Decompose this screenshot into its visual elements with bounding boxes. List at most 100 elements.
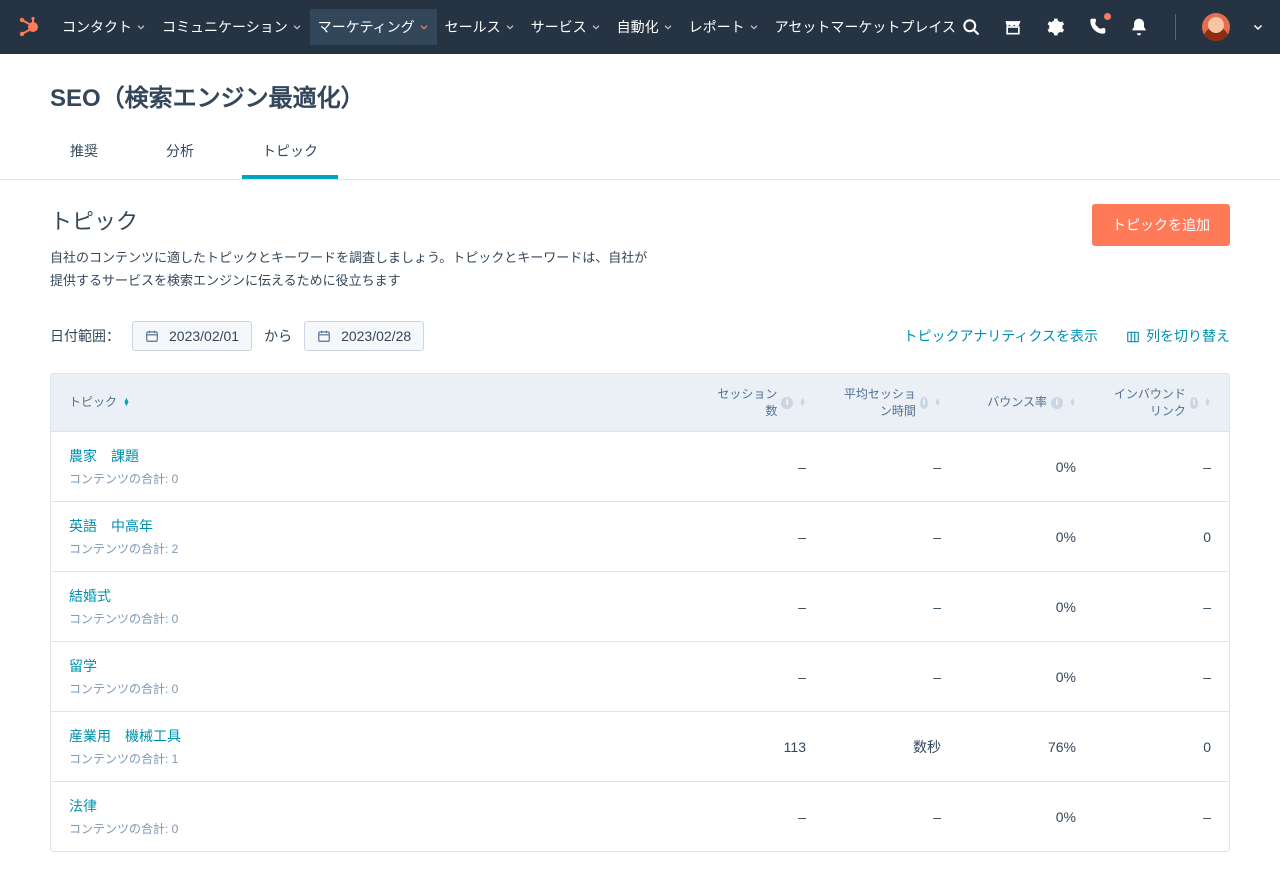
analytics-link[interactable]: トピックアナリティクスを表示 <box>904 326 1098 346</box>
date-range-separator: から <box>264 326 292 346</box>
cell-avg: – <box>824 529 959 545</box>
cell-value: 0% <box>1056 809 1076 825</box>
chevron-down-icon <box>419 22 429 32</box>
marketplace-icon[interactable] <box>1003 17 1023 37</box>
phone-icon[interactable] <box>1087 17 1107 37</box>
cell-value: – <box>933 809 941 825</box>
nav-item-2[interactable]: マーケティング <box>310 9 437 45</box>
th-inbound[interactable]: インバウンドリンク i ▲▼ <box>1094 374 1229 432</box>
nav-item-label: セールス <box>445 17 501 37</box>
search-icon[interactable] <box>961 17 981 37</box>
add-topic-button[interactable]: トピックを追加 <box>1092 204 1230 246</box>
nav-item-7[interactable]: アセットマーケットプレイス <box>767 9 957 45</box>
sort-icon: ▲▼ <box>1204 399 1211 407</box>
topic-content-total: コンテンツの合計: 0 <box>69 610 671 627</box>
topic-content-total: コンテンツの合計: 0 <box>69 680 671 697</box>
nav-item-1[interactable]: コミュニケーション <box>154 9 310 45</box>
nav-item-6[interactable]: レポート <box>681 9 767 45</box>
cell-value: 0% <box>1056 529 1076 545</box>
cell-avg: 数秒 <box>824 737 959 757</box>
cell-bounce: 0% <box>959 599 1094 615</box>
topic-link[interactable]: 英語 中高年 <box>69 516 671 536</box>
cell-inbound: – <box>1094 459 1229 475</box>
table-header-row: トピック ▲▼ セッション数 i ▲▼ 平均セッション時間 i ▲▼ バウンス率… <box>51 374 1229 433</box>
nav-item-label: レポート <box>689 17 745 37</box>
page-title: SEO（検索エンジン最適化） <box>50 78 1230 113</box>
cell-value: 0 <box>1203 739 1211 755</box>
date-to-input[interactable]: 2023/02/28 <box>304 321 424 351</box>
nav-item-5[interactable]: 自動化 <box>609 9 681 45</box>
cell-bounce: 0% <box>959 809 1094 825</box>
topic-link[interactable]: 農家 課題 <box>69 446 671 466</box>
th-bounce[interactable]: バウンス率 i ▲▼ <box>959 374 1094 432</box>
chevron-down-icon <box>749 22 759 32</box>
cell-value: 0% <box>1056 599 1076 615</box>
gear-icon[interactable] <box>1045 17 1065 37</box>
nav-divider <box>1175 14 1176 40</box>
tab-0[interactable]: 推奨 <box>50 131 118 179</box>
page-tabs: 推奨分析トピック <box>50 131 1230 179</box>
cell-value: – <box>798 809 806 825</box>
hubspot-logo[interactable] <box>16 15 40 39</box>
nav-items: コンタクト コミュニケーション マーケティングセールス サービス自動化レポート アセット… <box>54 9 957 45</box>
cell-value: – <box>798 669 806 685</box>
date-range: 日付範囲： 2023/02/01 から 2023/02/28 <box>50 321 424 351</box>
th-sessions[interactable]: セッション数 i ▲▼ <box>689 374 824 432</box>
cell-sessions: – <box>689 459 824 475</box>
th-topic[interactable]: トピック ▲▼ <box>51 374 689 432</box>
nav-item-0[interactable]: コンタクト <box>54 9 154 45</box>
cell-bounce: 0% <box>959 459 1094 475</box>
nav-item-label: コミュニケーション <box>162 17 288 37</box>
sort-icon: ▲▼ <box>123 399 130 407</box>
cell-bounce: 76% <box>959 739 1094 755</box>
nav-item-label: コンタクト <box>62 17 132 37</box>
bell-icon[interactable] <box>1129 17 1149 37</box>
date-from-value: 2023/02/01 <box>169 328 239 344</box>
cell-value: – <box>798 529 806 545</box>
account-chevron-down-icon[interactable] <box>1252 17 1264 37</box>
cell-bounce: 0% <box>959 669 1094 685</box>
cell-value: – <box>1203 669 1211 685</box>
chevron-down-icon <box>505 22 515 32</box>
table-row: 留学コンテンツの合計: 0 – – 0% – <box>51 642 1229 712</box>
top-nav: コンタクト コミュニケーション マーケティングセールス サービス自動化レポート アセット… <box>0 0 1280 54</box>
topic-content-total: コンテンツの合計: 2 <box>69 540 671 557</box>
cell-topic: 英語 中高年コンテンツの合計: 2 <box>51 516 689 557</box>
topic-link[interactable]: 法律 <box>69 796 671 816</box>
cell-inbound: – <box>1094 809 1229 825</box>
nav-utility-icons <box>961 13 1264 41</box>
th-avg-session[interactable]: 平均セッション時間 i ▲▼ <box>824 374 959 432</box>
nav-item-label: アセットマーケットプレイス <box>775 17 956 37</box>
cell-topic: 農家 課題コンテンツの合計: 0 <box>51 446 689 487</box>
cell-value: – <box>933 669 941 685</box>
page-content: トピック 自社のコンテンツに適したトピックとキーワードを調査しましょう。トピック… <box>0 180 1280 876</box>
table-row: 産業用 機械工具コンテンツの合計: 1113数秒76%0 <box>51 712 1229 782</box>
date-to-value: 2023/02/28 <box>341 328 411 344</box>
columns-icon <box>1126 330 1140 344</box>
cell-bounce: 0% <box>959 529 1094 545</box>
avatar[interactable] <box>1202 13 1230 41</box>
calendar-icon <box>317 329 331 343</box>
topic-link[interactable]: 留学 <box>69 656 671 676</box>
tab-1[interactable]: 分析 <box>146 131 214 179</box>
topics-table: トピック ▲▼ セッション数 i ▲▼ 平均セッション時間 i ▲▼ バウンス率… <box>50 373 1230 853</box>
topic-link[interactable]: 結婚式 <box>69 586 671 606</box>
toggle-columns-link[interactable]: 列を切り替え <box>1126 326 1230 346</box>
nav-item-4[interactable]: サービス <box>523 9 609 45</box>
cell-value: – <box>1203 809 1211 825</box>
cell-topic: 留学コンテンツの合計: 0 <box>51 656 689 697</box>
info-icon: i <box>920 397 928 409</box>
nav-item-3[interactable]: セールス <box>437 9 523 45</box>
topic-link[interactable]: 産業用 機械工具 <box>69 726 671 746</box>
date-from-input[interactable]: 2023/02/01 <box>132 321 252 351</box>
table-row: 英語 中高年コンテンツの合計: 2––0%0 <box>51 502 1229 572</box>
cell-avg: – <box>824 599 959 615</box>
tab-2[interactable]: トピック <box>242 131 338 179</box>
table-row: 結婚式コンテンツの合計: 0––0%– <box>51 572 1229 642</box>
cell-value: 0% <box>1056 669 1076 685</box>
chevron-down-icon <box>591 22 601 32</box>
cell-value: 数秒 <box>913 737 941 757</box>
cell-avg: – <box>824 669 959 685</box>
topic-content-total: コンテンツの合計: 0 <box>69 470 671 487</box>
chevron-down-icon <box>663 22 673 32</box>
